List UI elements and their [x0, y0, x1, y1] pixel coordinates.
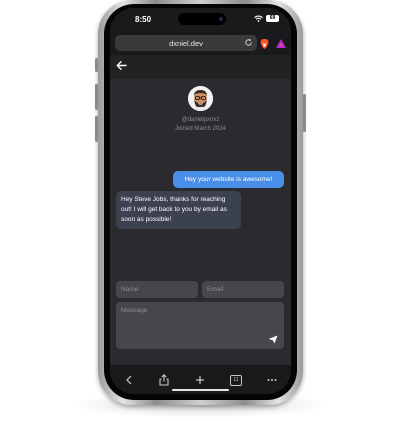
- profile-handle: @danielpxnxz: [181, 117, 220, 123]
- message-field[interactable]: Message: [116, 302, 284, 349]
- email-field[interactable]: Email: [202, 281, 284, 298]
- share-icon[interactable]: [157, 373, 171, 387]
- brave-rewards-icon[interactable]: [276, 39, 286, 48]
- plus-icon[interactable]: [193, 373, 207, 387]
- name-field[interactable]: Name: [116, 281, 198, 298]
- tabs-count: 11: [230, 374, 242, 386]
- battery-icon: 69: [266, 15, 279, 22]
- phone-screen: 8:50 69 dxniel.dev @danielpxnxz Joined M…: [110, 8, 291, 394]
- power-button: [303, 94, 306, 132]
- back-arrow-icon[interactable]: [116, 60, 127, 71]
- send-icon[interactable]: [268, 335, 278, 344]
- reload-icon[interactable]: [244, 38, 253, 47]
- status-bar: 8:50 69: [110, 8, 291, 30]
- message-placeholder: Message: [121, 307, 148, 314]
- name-placeholder: Name: [121, 286, 139, 293]
- home-indicator: [172, 389, 229, 391]
- status-icons: 69: [254, 15, 279, 22]
- front-camera: [219, 17, 223, 21]
- chevron-left-icon[interactable]: [122, 373, 136, 387]
- wifi-icon: [254, 15, 263, 22]
- browser-address-area: dxniel.dev: [110, 30, 291, 55]
- browser-toolbar: 11: [110, 365, 291, 394]
- volume-down-button: [95, 116, 98, 142]
- more-icon[interactable]: [265, 373, 279, 387]
- outgoing-message: Hey your website is awesome!: [173, 171, 284, 188]
- volume-up-button: [95, 84, 98, 110]
- memoji-icon: [188, 86, 213, 111]
- email-placeholder: Email: [207, 286, 224, 293]
- avatar: [188, 86, 213, 111]
- address-bar[interactable]: dxniel.dev: [115, 35, 257, 51]
- page-header: [110, 55, 291, 79]
- profile-joined-date: Joined March 2024: [174, 126, 227, 132]
- silent-switch: [95, 58, 98, 72]
- incoming-message: Hey Steve Jobs, thanks for reaching out!…: [116, 191, 241, 229]
- tabs-icon[interactable]: 11: [229, 373, 243, 387]
- status-time: 8:50: [135, 15, 152, 24]
- brave-lion-icon[interactable]: [260, 39, 269, 49]
- url-text: dxniel.dev: [169, 39, 203, 48]
